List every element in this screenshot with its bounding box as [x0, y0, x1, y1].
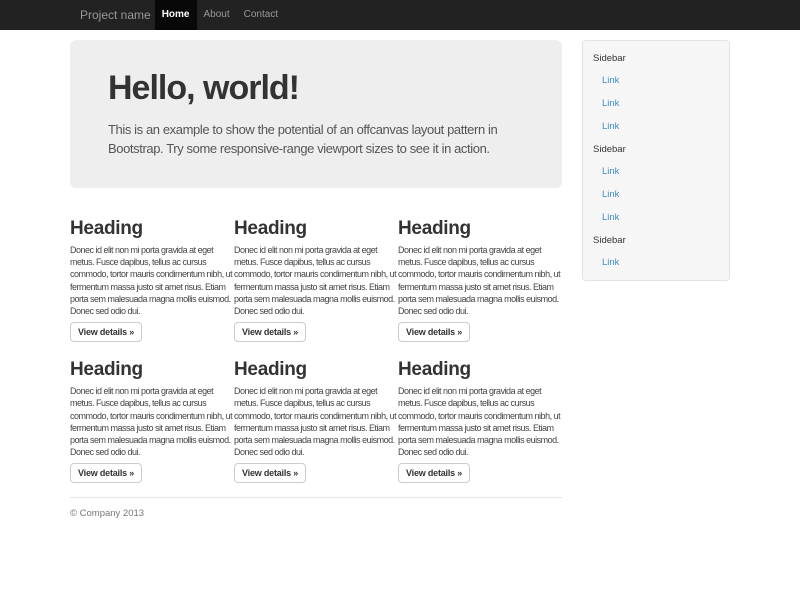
card-heading: Heading	[70, 218, 234, 239]
card-body-text: Donec id elit non mi porta gravida at eg…	[398, 385, 562, 458]
sidebar-group: SidebarLinkLink	[593, 229, 721, 281]
content-card: Heading Donec id elit non mi porta gravid…	[234, 359, 398, 483]
content-card: Heading Donec id elit non mi porta gravid…	[234, 218, 398, 342]
card-body-text: Donec id elit non mi porta gravida at eg…	[234, 385, 398, 458]
main-content: Hello, world! This is an example to show…	[70, 30, 562, 519]
content-card: Heading Donec id elit non mi porta gravid…	[398, 218, 562, 342]
view-details-button[interactable]: View details »	[70, 463, 142, 483]
card-heading: Heading	[70, 359, 234, 380]
sidebar-heading: Sidebar	[593, 229, 721, 251]
jumbotron-title: Hello, world!	[108, 70, 524, 107]
jumbotron-description: This is an example to show the potential…	[108, 120, 524, 158]
content-card: Heading Donec id elit non mi porta gravid…	[70, 359, 234, 483]
navbar-menu: HomeAboutContact	[155, 0, 285, 30]
nav-item-contact[interactable]: Contact	[237, 0, 285, 30]
content-card: Heading Donec id elit non mi porta gravid…	[398, 359, 562, 483]
sidebar-heading: Sidebar	[593, 47, 721, 69]
navbar-inner: Project name HomeAboutContact	[70, 0, 730, 30]
nav-item-wrap: About	[197, 0, 237, 30]
sidebar-link[interactable]: Link	[593, 274, 721, 281]
sidebar-link[interactable]: Link	[593, 69, 721, 92]
sidebar-link[interactable]: Link	[593, 206, 721, 229]
view-details-button[interactable]: View details »	[398, 322, 470, 342]
sidebar-group: SidebarLinkLinkLink	[593, 138, 721, 229]
main-row: Hello, world! This is an example to show…	[70, 30, 730, 519]
sidebar-link[interactable]: Link	[593, 160, 721, 183]
card-body-text: Donec id elit non mi porta gravida at eg…	[234, 244, 398, 317]
card-heading: Heading	[398, 218, 562, 239]
content-card: Heading Donec id elit non mi porta gravid…	[70, 218, 234, 342]
jumbotron: Hello, world! This is an example to show…	[70, 40, 562, 188]
page-container: Hello, world! This is an example to show…	[70, 30, 730, 519]
nav-item-wrap: Contact	[237, 0, 285, 30]
card-body-text: Donec id elit non mi porta gravida at eg…	[70, 385, 234, 458]
view-details-button[interactable]: View details »	[70, 322, 142, 342]
sidebar-link[interactable]: Link	[593, 183, 721, 206]
footer: © Company 2013	[70, 508, 562, 519]
card-heading: Heading	[234, 218, 398, 239]
sidebar-link[interactable]: Link	[593, 92, 721, 115]
sidebar-link[interactable]: Link	[593, 115, 721, 138]
sidebar: SidebarLinkLinkLinkSidebarLinkLinkLinkSi…	[582, 40, 730, 281]
sidebar-link[interactable]: Link	[593, 251, 721, 274]
card-body-text: Donec id elit non mi porta gravida at eg…	[70, 244, 234, 317]
cards-grid: HeadingDonec id elit non mi porta gravid…	[70, 218, 562, 483]
sidebar-group: SidebarLinkLinkLink	[593, 47, 721, 138]
card-heading: Heading	[398, 359, 562, 380]
copyright: © Company 2013	[70, 508, 562, 519]
sidebar-heading: Sidebar	[593, 138, 721, 160]
footer-divider	[70, 497, 562, 498]
card-heading: Heading	[234, 359, 398, 380]
view-details-button[interactable]: View details »	[398, 463, 470, 483]
view-details-button[interactable]: View details »	[234, 322, 306, 342]
view-details-button[interactable]: View details »	[234, 463, 306, 483]
navbar: Project name HomeAboutContact	[0, 0, 800, 30]
card-body-text: Donec id elit non mi porta gravida at eg…	[398, 244, 562, 317]
navbar-brand[interactable]: Project name	[70, 0, 155, 30]
nav-item-home[interactable]: Home	[155, 0, 197, 30]
nav-item-about[interactable]: About	[197, 0, 237, 30]
nav-item-wrap: Home	[155, 0, 197, 30]
